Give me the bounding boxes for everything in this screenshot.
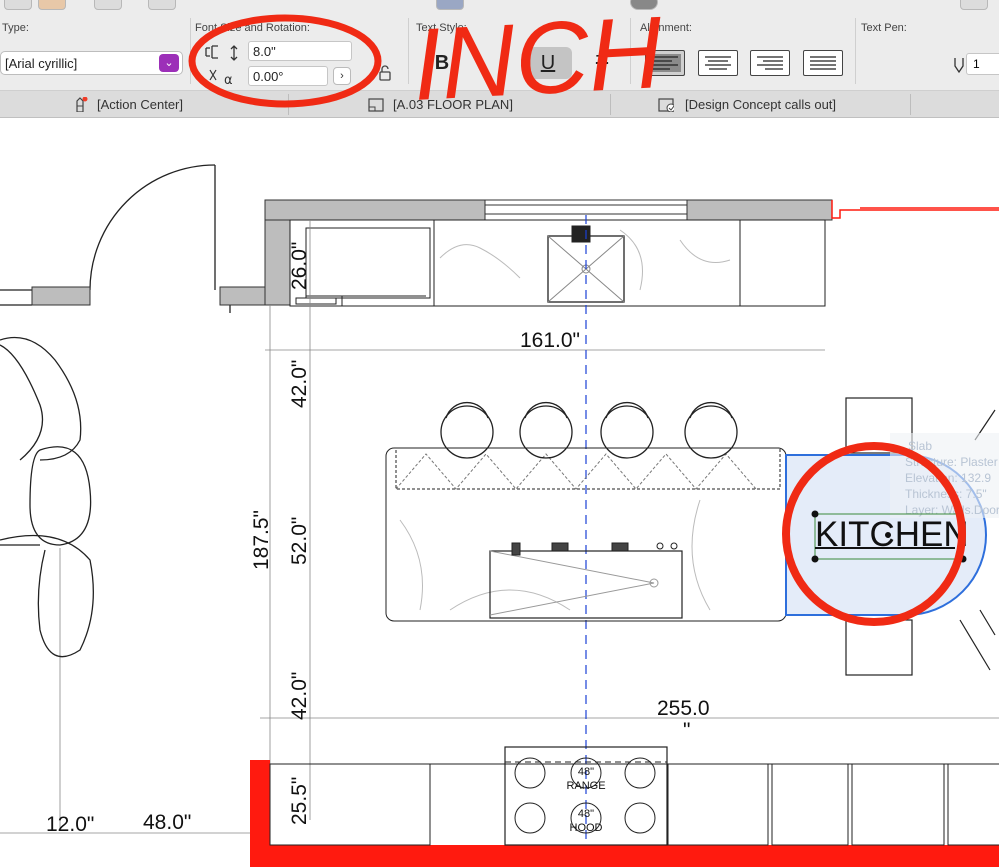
markup-circle-font-size — [188, 14, 382, 108]
markup-annotation-text: INCH — [410, 0, 665, 122]
archicad-window: Type: [Arial cyrillic] ⌄ Font Size and R… — [0, 0, 999, 867]
markup-overlay: INCH — [188, 0, 966, 626]
markup-circle-kitchen — [782, 442, 966, 626]
